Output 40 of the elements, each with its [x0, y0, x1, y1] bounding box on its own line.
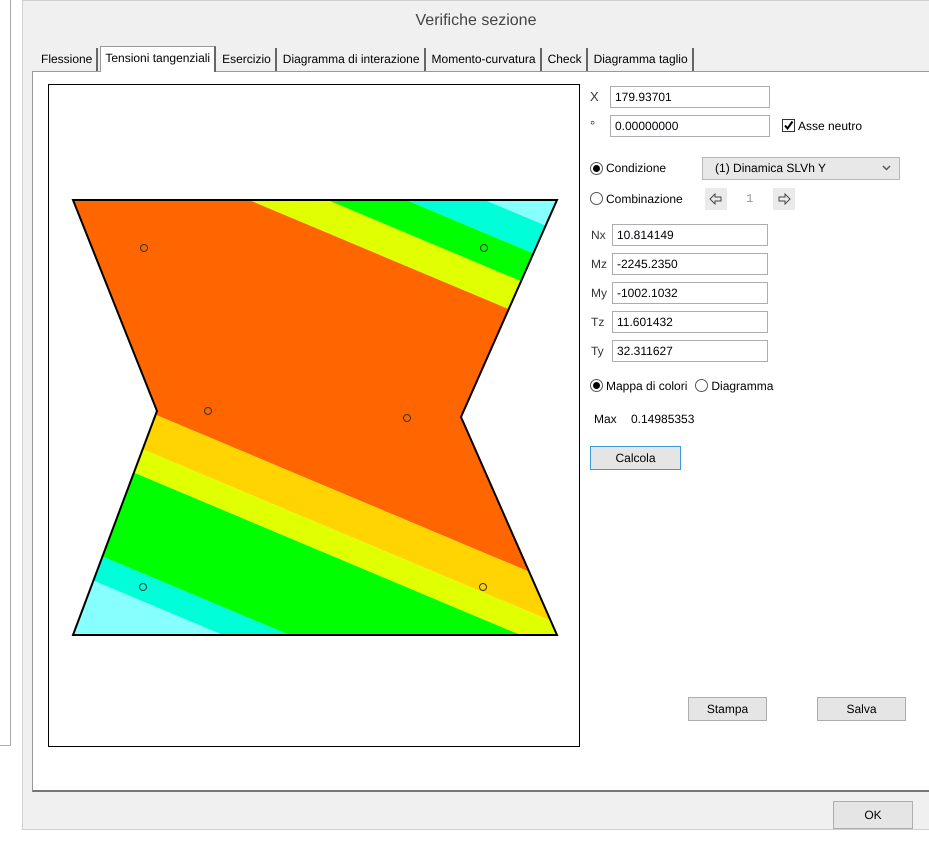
- max-label: Max: [594, 412, 618, 426]
- chevron-down-icon: [882, 165, 892, 172]
- force-label: Mz: [591, 256, 608, 271]
- window-title: Verifiche sezione: [416, 12, 536, 30]
- x-field[interactable]: 179.93701: [610, 86, 770, 108]
- force-field[interactable]: -2245.2350: [612, 252, 768, 275]
- arrow-left-icon: [708, 192, 723, 205]
- next-button[interactable]: [772, 188, 795, 210]
- radio-button[interactable]: [590, 192, 603, 206]
- force-label: My: [591, 286, 608, 300]
- angle-field[interactable]: 0.00000000: [610, 114, 770, 137]
- force-label: Tz: [591, 314, 606, 329]
- radio-label: Mappa di colori: [606, 378, 688, 393]
- radio-button[interactable]: [590, 379, 603, 392]
- calculate-button[interactable]: Calcola: [590, 446, 681, 470]
- tab[interactable]: Tensioni tangenziali: [100, 46, 216, 72]
- ok-button[interactable]: OK: [833, 801, 913, 829]
- radio-label: Combinazione: [606, 192, 683, 206]
- x-label: X: [590, 89, 600, 104]
- check-icon: [783, 120, 794, 132]
- force-field[interactable]: 11.601432: [612, 310, 768, 333]
- checkbox[interactable]: [782, 119, 795, 132]
- radio-label: Diagramma: [711, 378, 774, 393]
- combination-index: 1: [745, 192, 754, 206]
- force-label: Ty: [591, 344, 605, 358]
- arrow-right-icon: [776, 192, 791, 205]
- max-value: 0.14985353: [631, 412, 694, 426]
- radio-button[interactable]: [590, 162, 603, 175]
- force-field[interactable]: -1002.1032: [612, 282, 768, 304]
- radio-label: Condizione: [606, 161, 666, 176]
- previous-button[interactable]: [704, 188, 727, 210]
- force-label: Nx: [591, 228, 607, 242]
- force-field[interactable]: 10.814149: [612, 224, 768, 246]
- print-button[interactable]: Stampa: [688, 696, 767, 721]
- condition-dropdown[interactable]: (1) Dinamica SLVh Y: [702, 156, 900, 180]
- angle-label: °: [590, 118, 596, 134]
- radio-button[interactable]: [695, 379, 708, 392]
- force-field[interactable]: 32.311627: [612, 340, 768, 362]
- save-button[interactable]: Salva: [817, 696, 906, 721]
- checkbox-label: Asse neutro: [798, 118, 862, 133]
